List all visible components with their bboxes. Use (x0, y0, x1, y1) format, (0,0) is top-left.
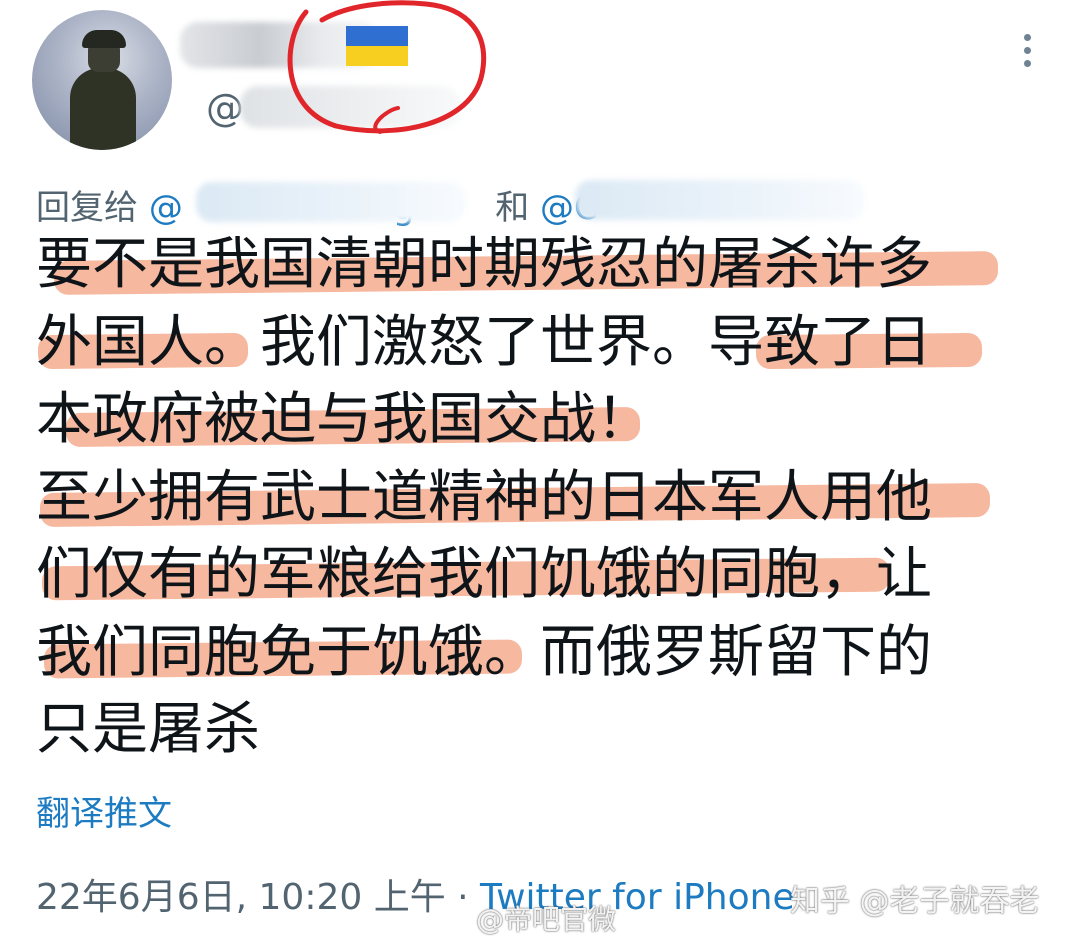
tweet-text-line: 本政府被迫与我国交战！ (36, 387, 652, 452)
reply-mention-2-redacted (575, 180, 865, 220)
reply-and: 和 (495, 188, 530, 228)
annotation-red-circle (287, 0, 486, 134)
tweet-meta: 22年6月6日, 10:20 上午 · Twitter for iPhone (36, 868, 795, 920)
tweet-text: 要不是我国清朝时期残忍的屠杀许多 外国人。我们激怒了世界。导致了日 本政府被迫与… (36, 226, 1026, 769)
avatar-figure (70, 68, 136, 150)
watermark-zhihu: 知乎 @老子就吞老 (790, 884, 1040, 919)
more-options-icon[interactable] (1018, 34, 1036, 74)
tweet-text-line: 至少拥有武士道精神的日本军人用他 (36, 464, 932, 530)
avatar-figure-helmet (82, 30, 126, 48)
tweet-text-line: 我们同胞免于饥饿。而俄罗斯留下的 (36, 619, 932, 685)
tweet-text-line: 要不是我国清朝时期残忍的屠杀许多 (36, 232, 932, 297)
tweet-text-line: 们仅有的军粮给我们饥饿的同胞，让 (36, 542, 932, 607)
tweet-timestamp[interactable]: 22年6月6日, 10:20 上午 · (36, 877, 480, 918)
handle-prefix: @ (206, 86, 244, 130)
tweet-text-line: 只是屠杀 (36, 697, 260, 762)
reply-prefix: 回复给 (36, 188, 138, 228)
watermark-weibo: @帝吧官微 (476, 903, 617, 936)
reply-mention-1-redacted (196, 182, 466, 222)
translate-tweet-link[interactable]: 翻译推文 (36, 786, 172, 835)
avatar[interactable] (32, 10, 172, 150)
tweet-text-line: 外国人。我们激怒了世界。导致了日 (36, 309, 932, 375)
